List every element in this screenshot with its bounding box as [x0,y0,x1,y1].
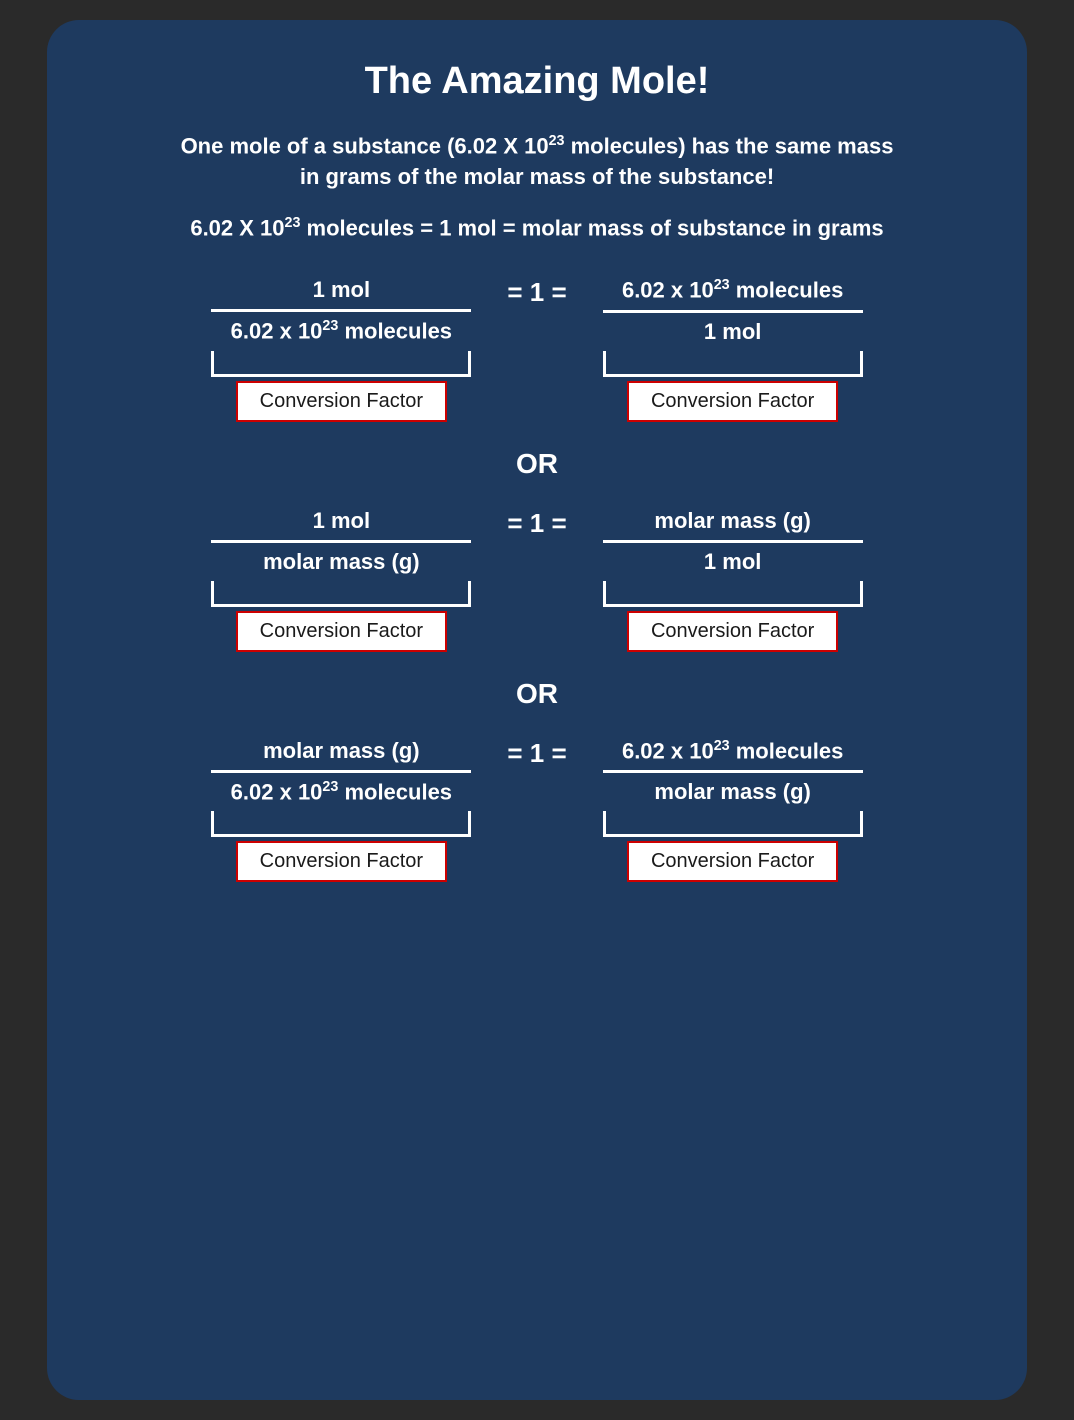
denominator: 1 mol [704,549,761,575]
fraction-pair-1: 1 mol 6.02 x 1023 molecules Conversion F… [107,277,967,421]
fraction-right-1: 6.02 x 1023 molecules 1 mol Conversion F… [603,277,863,421]
denominator: 6.02 x 1023 molecules [231,779,452,805]
conversion-factor-box-3b: Conversion Factor [627,841,838,882]
numerator: molar mass (g) [654,508,811,540]
fraction-line [603,540,863,543]
denominator: 1 mol [704,319,761,345]
page-title: The Amazing Mole! [365,60,710,103]
numerator: molar mass (g) [263,738,420,770]
fraction-left-2: 1 mol molar mass (g) Conversion Factor [211,508,471,652]
fraction-pair-3: molar mass (g) 6.02 x 1023 molecules Con… [107,738,967,882]
section-3: molar mass (g) 6.02 x 1023 molecules Con… [107,738,967,882]
intro-text: One mole of a substance (6.02 X 1023 mol… [181,131,894,193]
bracket [211,811,471,837]
fraction-left-3: molar mass (g) 6.02 x 1023 molecules Con… [211,738,471,882]
bracket [211,351,471,377]
fraction-display: 1 mol 6.02 x 1023 molecules [211,277,471,344]
conversion-factor-box-2b: Conversion Factor [627,611,838,652]
conversion-factor-box-1b: Conversion Factor [627,381,838,422]
bracket [603,351,863,377]
or-divider-1: OR [516,448,558,480]
fraction-display: 1 mol molar mass (g) [211,508,471,575]
fraction-line [211,770,471,773]
denominator: 6.02 x 1023 molecules [231,318,452,344]
conversion-factor-box-2a: Conversion Factor [236,611,447,652]
equals-3: = 1 = [507,738,566,769]
bracket [603,811,863,837]
fraction-pair-2: 1 mol molar mass (g) Conversion Factor =… [107,508,967,652]
fraction-right-2: molar mass (g) 1 mol Conversion Factor [603,508,863,652]
fraction-line [211,309,471,312]
conversion-factor-box-1a: Conversion Factor [236,381,447,422]
equation-text: 6.02 X 1023 molecules = 1 mol = molar ma… [190,215,883,241]
fraction-display: 6.02 x 1023 molecules 1 mol [603,277,863,344]
fraction-line [603,310,863,313]
numerator: 1 mol [313,277,370,309]
fraction-display: molar mass (g) 1 mol [603,508,863,575]
fraction-line [211,540,471,543]
bracket [211,581,471,607]
fraction-left-1: 1 mol 6.02 x 1023 molecules Conversion F… [211,277,471,421]
numerator: 1 mol [313,508,370,540]
equals-2: = 1 = [507,508,566,539]
denominator: molar mass (g) [263,549,420,575]
section-2: 1 mol molar mass (g) Conversion Factor =… [107,508,967,652]
fraction-right-3: 6.02 x 1023 molecules molar mass (g) Con… [603,738,863,882]
equals-1: = 1 = [507,277,566,308]
or-divider-2: OR [516,678,558,710]
bracket [603,581,863,607]
conversion-factor-box-3a: Conversion Factor [236,841,447,882]
numerator: 6.02 x 1023 molecules [622,277,843,309]
denominator: molar mass (g) [654,779,811,805]
fraction-display: 6.02 x 1023 molecules molar mass (g) [603,738,863,805]
fraction-line [603,770,863,773]
section-1: 1 mol 6.02 x 1023 molecules Conversion F… [107,277,967,421]
fraction-display: molar mass (g) 6.02 x 1023 molecules [211,738,471,805]
numerator: 6.02 x 1023 molecules [622,738,843,770]
main-card: The Amazing Mole! One mole of a substanc… [47,20,1027,1400]
